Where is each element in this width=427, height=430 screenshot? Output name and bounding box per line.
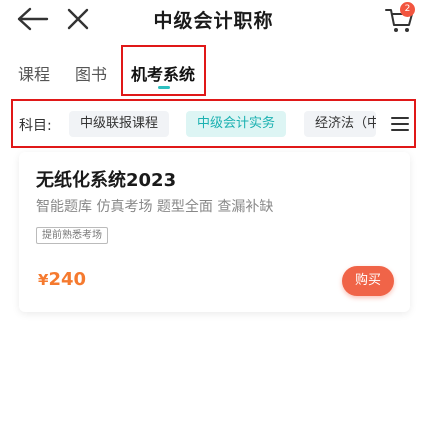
top-bar: 中级会计职称 2 [0, 0, 427, 40]
subject-chip-accounting-practice[interactable]: 中级会计实务 [186, 111, 287, 137]
menu-icon[interactable] [385, 109, 414, 139]
page-title: 中级会计职称 [153, 10, 274, 32]
subject-label: 科目: [19, 118, 52, 134]
product-tag: 提前熟悉考场 [36, 227, 108, 244]
subject-chip-economic-law[interactable]: 经济法（中级） [304, 111, 376, 137]
active-tab-indicator [158, 86, 170, 89]
price-value: 240 [48, 269, 87, 290]
subject-filter-bar: 科目: 中级联报课程 中级会计实务 经济法（中级） [11, 99, 416, 148]
cart-count-badge: 2 [400, 2, 415, 17]
subject-chip-combined-course[interactable]: 中级联报课程 [69, 111, 170, 137]
product-title: 无纸化系统2023 [36, 170, 177, 191]
category-tabs: 课程 图书 机考系统 [0, 44, 427, 96]
product-description: 智能题库 仿真考场 题型全面 查漏补缺 [36, 199, 274, 215]
buy-button[interactable]: 购买 [342, 266, 394, 296]
tab-courses[interactable]: 课程 [18, 61, 50, 85]
product-price: ¥240 [38, 269, 86, 290]
tab-books[interactable]: 图书 [75, 61, 107, 85]
currency-symbol: ¥ [38, 271, 49, 289]
product-card[interactable]: 无纸化系统2023 智能题库 仿真考场 题型全面 查漏补缺 提前熟悉考场 ¥24… [19, 152, 410, 312]
